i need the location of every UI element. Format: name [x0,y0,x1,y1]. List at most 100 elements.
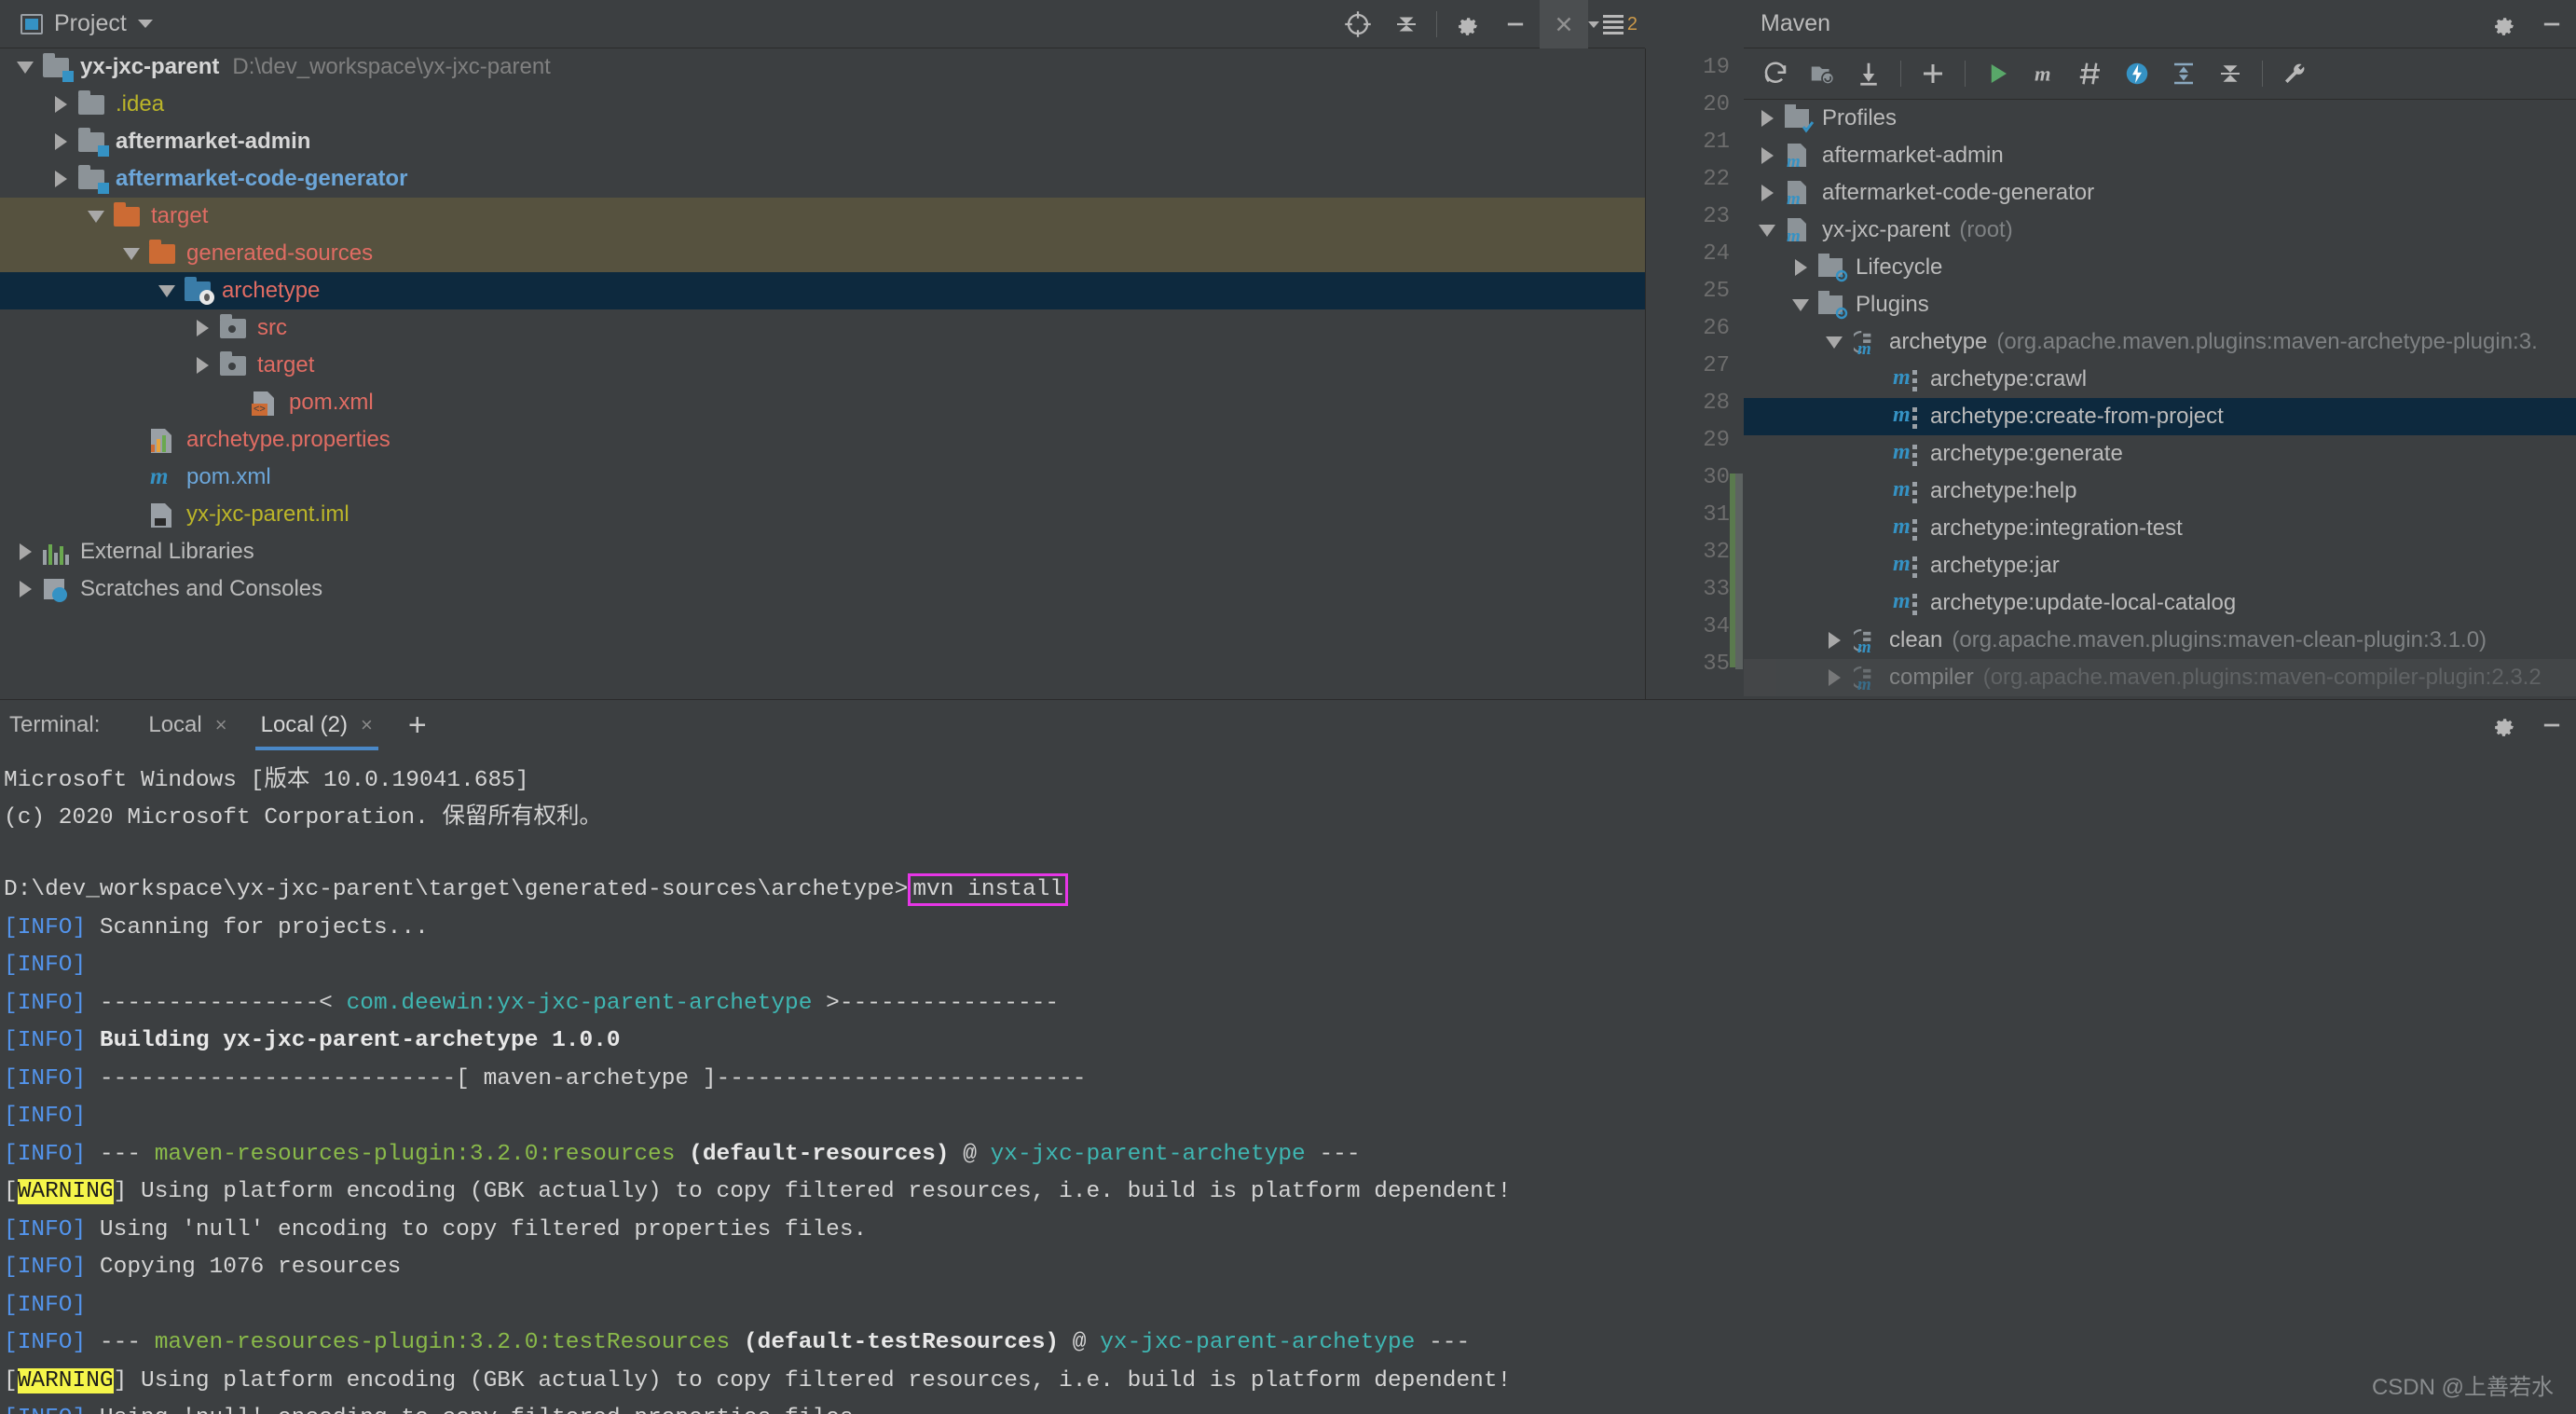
expand-arrow-icon[interactable] [1818,336,1850,349]
expand-arrow-icon[interactable] [116,247,147,260]
maven-tree-row[interactable]: m aftermarket-code-generator [1744,174,2576,212]
expand-arrow-icon[interactable] [1751,147,1783,164]
maven-tree-row[interactable]: m compiler (org.apache.maven.plugins:mav… [1744,659,2576,696]
run-icon[interactable] [1975,51,2020,96]
maven-tree-row[interactable]: m archetype:crawl [1744,361,2576,398]
project-panel-toolbar: 2 [1334,0,1645,48]
maven-tree-row[interactable]: m yx-jxc-parent (root) [1744,212,2576,249]
expand-arrow-icon[interactable] [1751,110,1783,127]
maven-tree-row[interactable]: m clean (org.apache.maven.plugins:maven-… [1744,622,2576,659]
maven-tree-row[interactable]: m archetype:generate [1744,435,2576,473]
tree-row[interactable]: <> pom.xml [0,384,1645,421]
reload-icon[interactable] [1753,51,1798,96]
toggle-offline-icon[interactable] [2115,51,2159,96]
maven-tree-row[interactable]: m archetype:jar [1744,547,2576,584]
tree-row[interactable]: archetype.properties [0,421,1645,459]
project-tree[interactable]: yx-jxc-parent D:\dev_workspace\yx-jxc-pa… [0,48,1645,699]
generate-sources-icon[interactable] [1800,51,1844,96]
minimize-icon[interactable] [2528,701,2576,749]
expand-arrow-icon[interactable] [9,543,41,560]
project-icon [21,13,43,34]
expand-arrow-icon[interactable] [1785,298,1816,311]
minimize-icon[interactable] [1491,0,1540,48]
log-level-tag: [INFO] [4,1216,87,1242]
structure-badge-count: 2 [1626,13,1637,34]
expand-arrow-icon[interactable] [1751,185,1783,201]
close-icon[interactable] [1539,0,1588,48]
close-icon[interactable]: × [361,713,373,737]
minimize-icon[interactable] [2528,0,2576,48]
tree-row[interactable]: Scratches and Consoles [0,570,1645,608]
expand-arrow-icon[interactable] [80,210,112,223]
lifecycle-folder-icon [1816,254,1848,282]
tree-row[interactable]: target [0,347,1645,384]
tree-row[interactable]: src [0,309,1645,347]
execute-goal-icon[interactable]: m [2021,51,2066,96]
expand-arrow-icon[interactable] [45,96,76,113]
tree-row[interactable]: yx-jxc-parent.iml [0,496,1645,533]
add-terminal-tab-button[interactable]: + [390,709,445,741]
expand-arrow-icon[interactable] [45,171,76,187]
maven-tree-row[interactable]: Profiles [1744,100,2576,137]
tree-row[interactable]: target [0,198,1645,235]
expand-arrow-icon[interactable] [1751,224,1783,237]
editor-scrollbar[interactable] [1735,474,1743,669]
gear-icon[interactable] [1443,0,1491,48]
terminal-text: Microsoft Windows [版本 10.0.19041.685] [4,767,529,793]
tree-row[interactable]: External Libraries [0,533,1645,570]
close-icon[interactable]: × [215,713,227,737]
artifact-name: yx-jxc-parent-archetype [1100,1330,1416,1356]
expand-arrow-icon[interactable] [151,284,183,297]
execution-id: (default-testResources) [743,1330,1060,1356]
tree-row-selected[interactable]: archetype [0,272,1645,309]
maven-tree-row[interactable]: Lifecycle [1744,249,2576,286]
tree-row[interactable]: .idea [0,86,1645,123]
maven-tree-row[interactable]: m archetype:update-local-catalog [1744,584,2576,622]
expand-arrow-icon[interactable] [45,133,76,150]
expand-arrow-icon[interactable] [1818,632,1850,649]
collapse-all-icon[interactable] [1382,0,1431,48]
svg-text:m: m [2035,62,2051,86]
maven-tree-row[interactable]: m archetype:help [1744,473,2576,510]
add-icon[interactable] [1911,51,1955,96]
expand-arrow-icon[interactable] [1818,669,1850,686]
maven-tree-label: archetype:integration-test [1930,515,2183,541]
chevron-down-icon[interactable] [137,20,153,28]
tree-row[interactable]: aftermarket-admin [0,123,1645,160]
terminal-tab-local-2[interactable]: Local (2) × [244,700,390,751]
maven-tree-row[interactable]: Plugins [1744,286,2576,323]
maven-tree-row[interactable]: m archetype:integration-test [1744,510,2576,547]
expand-all-icon[interactable] [2161,51,2206,96]
maven-tree-label: Profiles [1822,105,1898,130]
gear-icon[interactable] [2479,701,2528,749]
log-level-tag: [INFO] [4,1255,87,1281]
locate-icon[interactable] [1334,0,1382,48]
tree-row[interactable]: generated-sources [0,235,1645,272]
gear-icon[interactable] [2479,0,2528,48]
toggle-skip-tests-icon[interactable] [2068,51,2113,96]
maven-tree[interactable]: Profiles m aftermarket-admin m aftermark… [1744,100,2576,699]
log-level-tag: [INFO] [4,1104,87,1130]
expand-arrow-icon[interactable] [9,581,41,597]
terminal-output[interactable]: Microsoft Windows [版本 10.0.19041.685] (c… [0,750,2576,1414]
expand-arrow-icon[interactable] [186,320,218,336]
line-number: 33 [1703,576,1730,602]
tree-row[interactable]: aftermarket-code-generator [0,160,1645,198]
structure-badge[interactable]: 2 [1587,13,1645,35]
tree-row[interactable]: yx-jxc-parent D:\dev_workspace\yx-jxc-pa… [0,48,1645,86]
maven-tree-row-selected[interactable]: m archetype:create-from-project [1744,398,2576,435]
download-sources-icon[interactable] [1846,51,1891,96]
line-number: 23 [1703,203,1730,229]
tree-row-label: src [257,315,287,340]
maven-tree-row[interactable]: m archetype (org.apache.maven.plugins:ma… [1744,323,2576,361]
collapse-all-icon[interactable] [2208,51,2253,96]
expand-arrow-icon[interactable] [9,61,41,74]
maven-tree-row[interactable]: m aftermarket-admin [1744,137,2576,174]
project-panel-title-group[interactable]: Project [0,10,153,37]
expand-arrow-icon[interactable] [1785,259,1816,276]
tree-row[interactable]: m pom.xml [0,459,1645,496]
expand-arrow-icon[interactable] [186,357,218,374]
terminal-prompt-line: D:\dev_workspace\yx-jxc-parent\target\ge… [4,872,2576,910]
wrench-icon[interactable] [2272,51,2317,96]
terminal-tab-local[interactable]: Local × [131,700,243,751]
